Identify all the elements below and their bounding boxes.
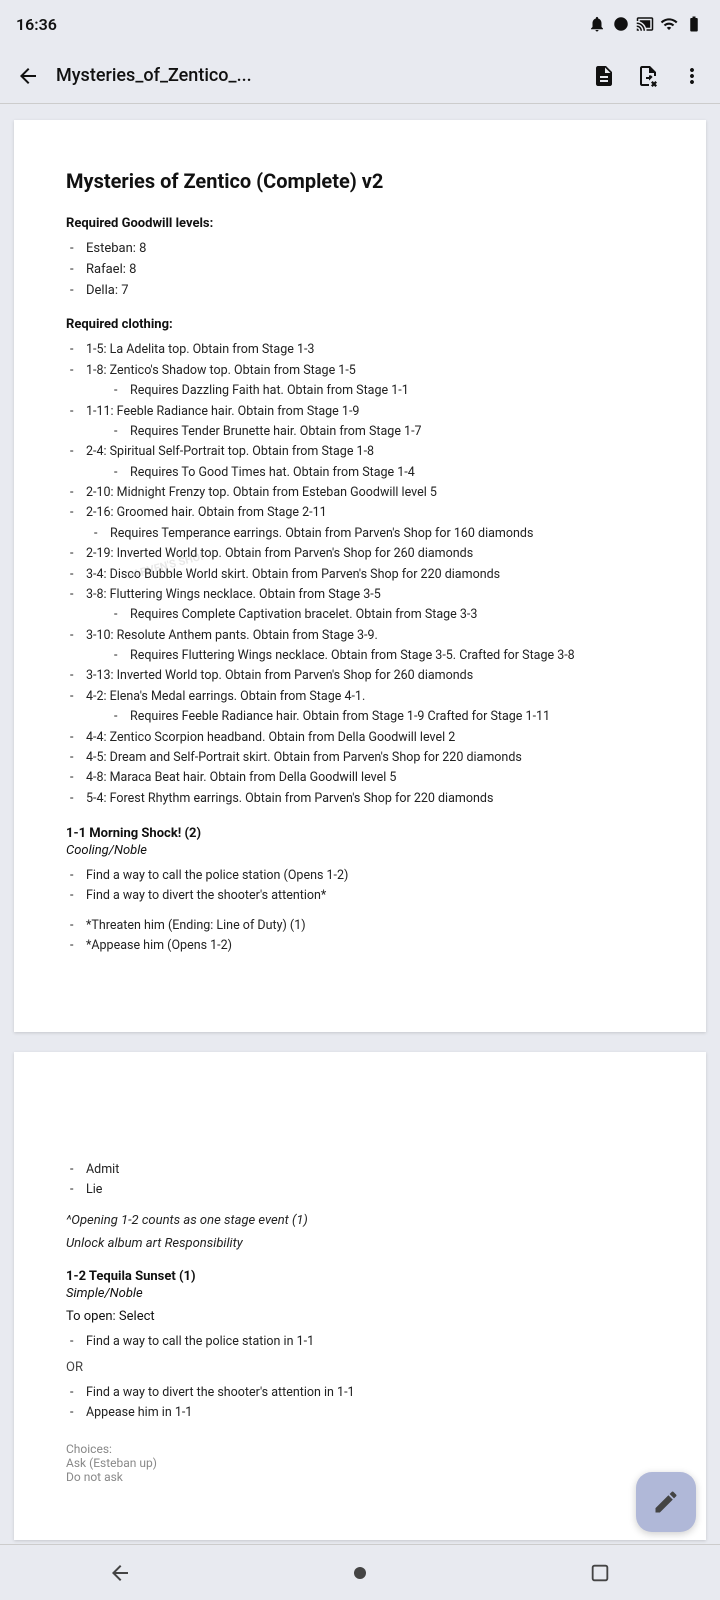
list-item: 5-4: Forest Rhythm earrings. Obtain from… xyxy=(66,789,654,808)
choices-sub-2: Do not ask xyxy=(66,1470,654,1484)
list-item: Requires Dazzling Faith hat. Obtain from… xyxy=(86,381,654,400)
list-item: Esteban: 8 xyxy=(66,239,654,259)
choices-label: Choices: xyxy=(66,1442,654,1456)
nav-home-icon xyxy=(348,1561,372,1585)
wifi-icon xyxy=(660,15,678,33)
list-item: Find a way to call the police station in… xyxy=(66,1332,654,1351)
list-item: Appease him in 1-1 xyxy=(66,1403,654,1422)
clothing-section: Required clothing: 1-5: La Adelita top. … xyxy=(66,317,654,808)
list-item: Requires To Good Times hat. Obtain from … xyxy=(86,463,654,482)
document-page-1: Mysteries of Zentico (Complete) v2 Requi… xyxy=(14,120,706,1032)
list-item: 1-11: Feeble Radiance hair. Obtain from … xyxy=(66,402,654,442)
or-label: OR xyxy=(66,1360,654,1375)
opening-note: ^Opening 1-2 counts as one stage event (… xyxy=(66,1213,654,1228)
list-item: 3-10: Resolute Anthem pants. Obtain from… xyxy=(66,626,654,666)
stage-1-1-choices: *Threaten him (Ending: Line of Duty) (1)… xyxy=(66,916,654,956)
goodwill-heading: Required Goodwill levels: xyxy=(66,216,654,231)
fab-edit-button[interactable] xyxy=(636,1472,696,1532)
list-item: 2-19: Inverted World top. Obtain from Pa… xyxy=(66,544,654,563)
list-item: Requires Tender Brunette hair. Obtain fr… xyxy=(86,422,654,441)
nav-back-button[interactable] xyxy=(92,1545,148,1600)
circle-status-icon xyxy=(612,15,630,33)
app-bar-actions xyxy=(584,56,712,96)
stage-1-1-style: Cooling/Noble xyxy=(66,843,654,858)
stage-1-1-heading: 1-1 Morning Shock! (2) xyxy=(66,826,654,841)
more-vert-icon xyxy=(680,64,704,88)
more-options-button[interactable] xyxy=(672,56,712,96)
list-item: Lie xyxy=(66,1180,654,1199)
list-item: 4-5: Dream and Self-Portrait skirt. Obta… xyxy=(66,748,654,767)
goodwill-list: Esteban: 8 Rafael: 8 Della: 7 xyxy=(66,239,654,301)
document-title: Mysteries of Zentico (Complete) v2 xyxy=(66,168,654,194)
battery-icon xyxy=(684,15,704,33)
document-text-icon xyxy=(592,64,616,88)
list-item: Requires Temperance earrings. Obtain fro… xyxy=(66,524,654,543)
stage-1-2-to-open: To open: Select xyxy=(66,1309,654,1324)
list-item: Find a way to divert the shooter's atten… xyxy=(66,886,654,905)
nav-recents-icon xyxy=(589,1562,611,1584)
status-bar: 16:36 xyxy=(0,0,720,48)
list-item: Admit xyxy=(66,1160,654,1179)
stage-1-2-or-tasks: Find a way to divert the shooter's atten… xyxy=(66,1383,654,1423)
document-icon-button[interactable] xyxy=(584,56,624,96)
stage-1-1-section: 1-1 Morning Shock! (2) Cooling/Noble Fin… xyxy=(66,826,654,956)
nav-recents-button[interactable] xyxy=(572,1545,628,1600)
list-item: 4-2: Elena's Medal earrings. Obtain from… xyxy=(66,687,654,727)
choices-sub-1: Ask (Esteban up) xyxy=(66,1456,654,1470)
document-container: Mysteries of Zentico (Complete) v2 Requi… xyxy=(0,104,720,1576)
unlock-text: Unlock album art Responsibility xyxy=(66,1236,654,1251)
list-item: Requires Fluttering Wings necklace. Obta… xyxy=(86,646,654,665)
list-item: 2-16: Groomed hair. Obtain from Stage 2-… xyxy=(66,503,654,522)
list-item: 3-13: Inverted World top. Obtain from Pa… xyxy=(66,666,654,685)
app-bar: Mysteries_of_Zentico_... xyxy=(0,48,720,104)
status-icons xyxy=(588,15,704,33)
app-bar-title: Mysteries_of_Zentico_... xyxy=(56,65,576,86)
clothing-list: 1-5: La Adelita top. Obtain from Stage 1… xyxy=(66,340,654,808)
list-item: Requires Feeble Radiance hair. Obtain fr… xyxy=(86,707,654,726)
document-page-2: Admit Lie ^Opening 1-2 counts as one sta… xyxy=(14,1052,706,1541)
stage-1-2-heading: 1-2 Tequila Sunset (1) xyxy=(66,1269,654,1284)
list-item: Find a way to call the police station (O… xyxy=(66,866,654,885)
list-item: 2-10: Midnight Frenzy top. Obtain from E… xyxy=(66,483,654,502)
list-item: Find a way to divert the shooter's atten… xyxy=(66,1383,654,1402)
list-item: 4-4: Zentico Scorpion headband. Obtain f… xyxy=(66,728,654,747)
edit-icon xyxy=(652,1488,680,1516)
status-time: 16:36 xyxy=(16,15,57,34)
list-item: 1-5: La Adelita top. Obtain from Stage 1… xyxy=(66,340,654,359)
clothing-heading: Required clothing: xyxy=(66,317,654,332)
nav-back-icon xyxy=(108,1561,132,1585)
back-button[interactable] xyxy=(8,56,48,96)
nav-bar xyxy=(0,1544,720,1600)
list-item: *Threaten him (Ending: Line of Duty) (1) xyxy=(66,916,654,935)
list-item: 2-4: Spiritual Self-Portrait top. Obtain… xyxy=(66,442,654,482)
list-item: 3-8: Fluttering Wings necklace. Obtain f… xyxy=(66,585,654,625)
list-item: Requires Complete Captivation bracelet. … xyxy=(86,605,654,624)
list-item: 3-4: Disco Bubble World skirt. Obtain fr… xyxy=(66,565,654,584)
cast-icon xyxy=(636,15,654,33)
list-item: *Appease him (Opens 1-2) xyxy=(66,936,654,955)
stage-1-2-section: 1-2 Tequila Sunset (1) Simple/Noble To o… xyxy=(66,1269,654,1484)
list-item: 4-8: Maraca Beat hair. Obtain from Della… xyxy=(66,768,654,787)
stage-1-2-style: Simple/Noble xyxy=(66,1286,654,1301)
stage-1-2-tasks: Find a way to call the police station in… xyxy=(66,1332,654,1351)
page2-list: Admit Lie xyxy=(66,1160,654,1200)
goodwill-section: Required Goodwill levels: Esteban: 8 Raf… xyxy=(66,216,654,301)
search-icon-button[interactable] xyxy=(628,56,668,96)
search-in-doc-icon xyxy=(636,64,660,88)
stage-1-1-tasks: Find a way to call the police station (O… xyxy=(66,866,654,906)
notification-icon xyxy=(588,15,606,33)
list-item: Della: 7 xyxy=(66,281,654,301)
list-item: Rafael: 8 xyxy=(66,260,654,280)
list-item: 1-8: Zentico's Shadow top. Obtain from S… xyxy=(66,361,654,401)
nav-home-button[interactable] xyxy=(332,1545,388,1600)
